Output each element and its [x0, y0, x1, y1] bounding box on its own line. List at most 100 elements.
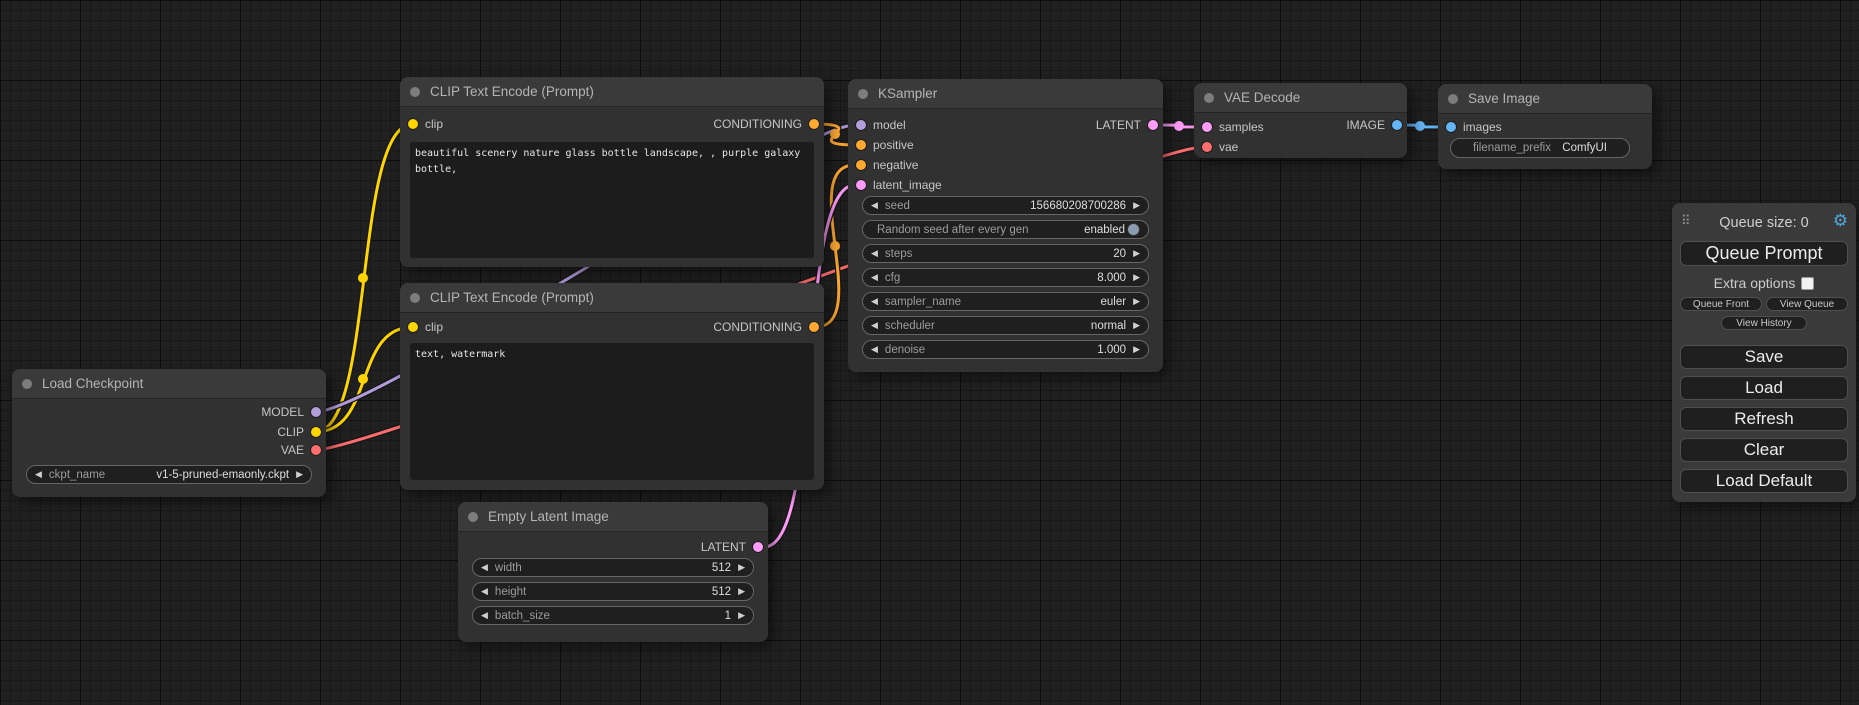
node-header[interactable]: KSampler: [848, 79, 1163, 109]
prompt-textarea[interactable]: beautiful scenery nature glass bottle la…: [410, 142, 814, 258]
decrement-arrow-icon[interactable]: ◀: [871, 297, 878, 306]
increment-arrow-icon[interactable]: ▶: [1133, 297, 1140, 306]
input-port-clip[interactable]: clip: [408, 317, 443, 337]
input-port-samples[interactable]: samples: [1202, 117, 1264, 137]
seed-widget[interactable]: ◀ seed 156680208700286 ▶: [862, 196, 1149, 215]
node-header[interactable]: CLIP Text Encode (Prompt): [400, 283, 824, 313]
steps-widget[interactable]: ◀ steps 20 ▶: [862, 244, 1149, 263]
node-load-checkpoint[interactable]: Load Checkpoint MODEL CLIP VAE ◀ ckpt_na…: [12, 369, 326, 497]
clip-port-icon[interactable]: [311, 427, 321, 437]
collapse-dot-icon[interactable]: [410, 293, 420, 303]
node-save-image[interactable]: Save Image images filename_prefix ComfyU…: [1438, 84, 1652, 169]
decrement-arrow-icon[interactable]: ◀: [871, 273, 878, 282]
height-widget[interactable]: ◀ height 512 ▶: [472, 582, 754, 601]
output-port-conditioning[interactable]: CONDITIONING: [713, 317, 819, 337]
decrement-arrow-icon[interactable]: ◀: [35, 470, 42, 479]
filename-prefix-widget[interactable]: filename_prefix ComfyUI: [1450, 138, 1630, 158]
collapse-dot-icon[interactable]: [858, 89, 868, 99]
node-header[interactable]: Empty Latent Image: [458, 502, 768, 532]
conditioning-port-icon[interactable]: [809, 322, 819, 332]
input-port-negative[interactable]: negative: [856, 155, 918, 175]
toggle-knob-icon[interactable]: [1127, 223, 1140, 236]
node-vae-decode[interactable]: VAE Decode samples vae IMAGE: [1194, 83, 1407, 158]
increment-arrow-icon[interactable]: ▶: [1133, 273, 1140, 282]
latent-port-icon[interactable]: [856, 180, 866, 190]
node-header[interactable]: CLIP Text Encode (Prompt): [400, 77, 824, 107]
increment-arrow-icon[interactable]: ▶: [738, 611, 745, 620]
output-port-latent[interactable]: LATENT: [1096, 115, 1158, 135]
node-header[interactable]: Load Checkpoint: [12, 369, 326, 399]
collapse-dot-icon[interactable]: [1204, 93, 1214, 103]
increment-arrow-icon[interactable]: ▶: [1133, 201, 1140, 210]
denoise-widget[interactable]: ◀ denoise 1.000 ▶: [862, 340, 1149, 359]
input-port-images[interactable]: images: [1446, 117, 1502, 137]
decrement-arrow-icon[interactable]: ◀: [481, 563, 488, 572]
decrement-arrow-icon[interactable]: ◀: [481, 587, 488, 596]
increment-arrow-icon[interactable]: ▶: [738, 587, 745, 596]
view-queue-button[interactable]: View Queue: [1766, 297, 1848, 311]
prompt-textarea[interactable]: text, watermark: [410, 343, 814, 480]
collapse-dot-icon[interactable]: [22, 379, 32, 389]
sampler-name-widget[interactable]: ◀ sampler_name euler ▶: [862, 292, 1149, 311]
latent-port-icon[interactable]: [753, 542, 763, 552]
node-empty-latent-image[interactable]: Empty Latent Image LATENT ◀ width 512 ▶ …: [458, 502, 768, 642]
gear-icon[interactable]: ⚙: [1833, 211, 1848, 231]
output-port-vae[interactable]: VAE: [281, 440, 321, 460]
queue-prompt-button[interactable]: Queue Prompt: [1680, 241, 1848, 266]
decrement-arrow-icon[interactable]: ◀: [481, 611, 488, 620]
output-port-image[interactable]: IMAGE: [1346, 115, 1402, 135]
collapse-dot-icon[interactable]: [410, 87, 420, 97]
save-button[interactable]: Save: [1680, 345, 1848, 369]
input-port-latent-image[interactable]: latent_image: [856, 175, 942, 195]
drag-handle-icon[interactable]: ⠿: [1681, 213, 1691, 229]
extra-options-checkbox[interactable]: [1801, 277, 1814, 290]
vae-port-icon[interactable]: [1202, 142, 1212, 152]
increment-arrow-icon[interactable]: ▶: [1133, 249, 1140, 258]
increment-arrow-icon[interactable]: ▶: [1133, 345, 1140, 354]
conditioning-port-icon[interactable]: [856, 140, 866, 150]
model-port-icon[interactable]: [856, 120, 866, 130]
output-port-latent[interactable]: LATENT: [701, 537, 763, 557]
output-port-clip[interactable]: CLIP: [277, 422, 321, 442]
view-history-button[interactable]: View History: [1721, 316, 1807, 330]
refresh-button[interactable]: Refresh: [1680, 407, 1848, 431]
node-ksampler[interactable]: KSampler model positive negative latent_…: [848, 79, 1163, 372]
node-clip-text-encode-negative[interactable]: CLIP Text Encode (Prompt) clip CONDITION…: [400, 283, 824, 490]
input-port-model[interactable]: model: [856, 115, 906, 135]
clear-button[interactable]: Clear: [1680, 438, 1848, 462]
comfyui-canvas[interactable]: { "colors": { "model": "#B39DDB", "clip"…: [0, 0, 1859, 705]
output-port-conditioning[interactable]: CONDITIONING: [713, 114, 819, 134]
node-header[interactable]: VAE Decode: [1194, 83, 1407, 113]
output-port-model[interactable]: MODEL: [261, 402, 321, 422]
decrement-arrow-icon[interactable]: ◀: [871, 321, 878, 330]
cfg-widget[interactable]: ◀ cfg 8.000 ▶: [862, 268, 1149, 287]
input-port-positive[interactable]: positive: [856, 135, 914, 155]
vae-port-icon[interactable]: [311, 445, 321, 455]
batch-size-widget[interactable]: ◀ batch_size 1 ▶: [472, 606, 754, 625]
input-port-clip[interactable]: clip: [408, 114, 443, 134]
load-button[interactable]: Load: [1680, 376, 1848, 400]
decrement-arrow-icon[interactable]: ◀: [871, 249, 878, 258]
latent-port-icon[interactable]: [1148, 120, 1158, 130]
node-clip-text-encode-positive[interactable]: CLIP Text Encode (Prompt) clip CONDITION…: [400, 77, 824, 267]
image-port-icon[interactable]: [1392, 120, 1402, 130]
increment-arrow-icon[interactable]: ▶: [738, 563, 745, 572]
image-port-icon[interactable]: [1446, 122, 1456, 132]
scheduler-widget[interactable]: ◀ scheduler normal ▶: [862, 316, 1149, 335]
conditioning-port-icon[interactable]: [856, 160, 866, 170]
decrement-arrow-icon[interactable]: ◀: [871, 201, 878, 210]
clip-port-icon[interactable]: [408, 119, 418, 129]
increment-arrow-icon[interactable]: ▶: [1133, 321, 1140, 330]
decrement-arrow-icon[interactable]: ◀: [871, 345, 878, 354]
collapse-dot-icon[interactable]: [1448, 94, 1458, 104]
load-default-button[interactable]: Load Default: [1680, 469, 1848, 493]
model-port-icon[interactable]: [311, 407, 321, 417]
collapse-dot-icon[interactable]: [468, 512, 478, 522]
random-seed-toggle-widget[interactable]: Random seed after every gen enabled: [862, 220, 1149, 239]
input-port-vae[interactable]: vae: [1202, 137, 1238, 157]
clip-port-icon[interactable]: [408, 322, 418, 332]
width-widget[interactable]: ◀ width 512 ▶: [472, 558, 754, 577]
node-header[interactable]: Save Image: [1438, 84, 1652, 114]
conditioning-port-icon[interactable]: [809, 119, 819, 129]
queue-front-button[interactable]: Queue Front: [1680, 297, 1762, 311]
